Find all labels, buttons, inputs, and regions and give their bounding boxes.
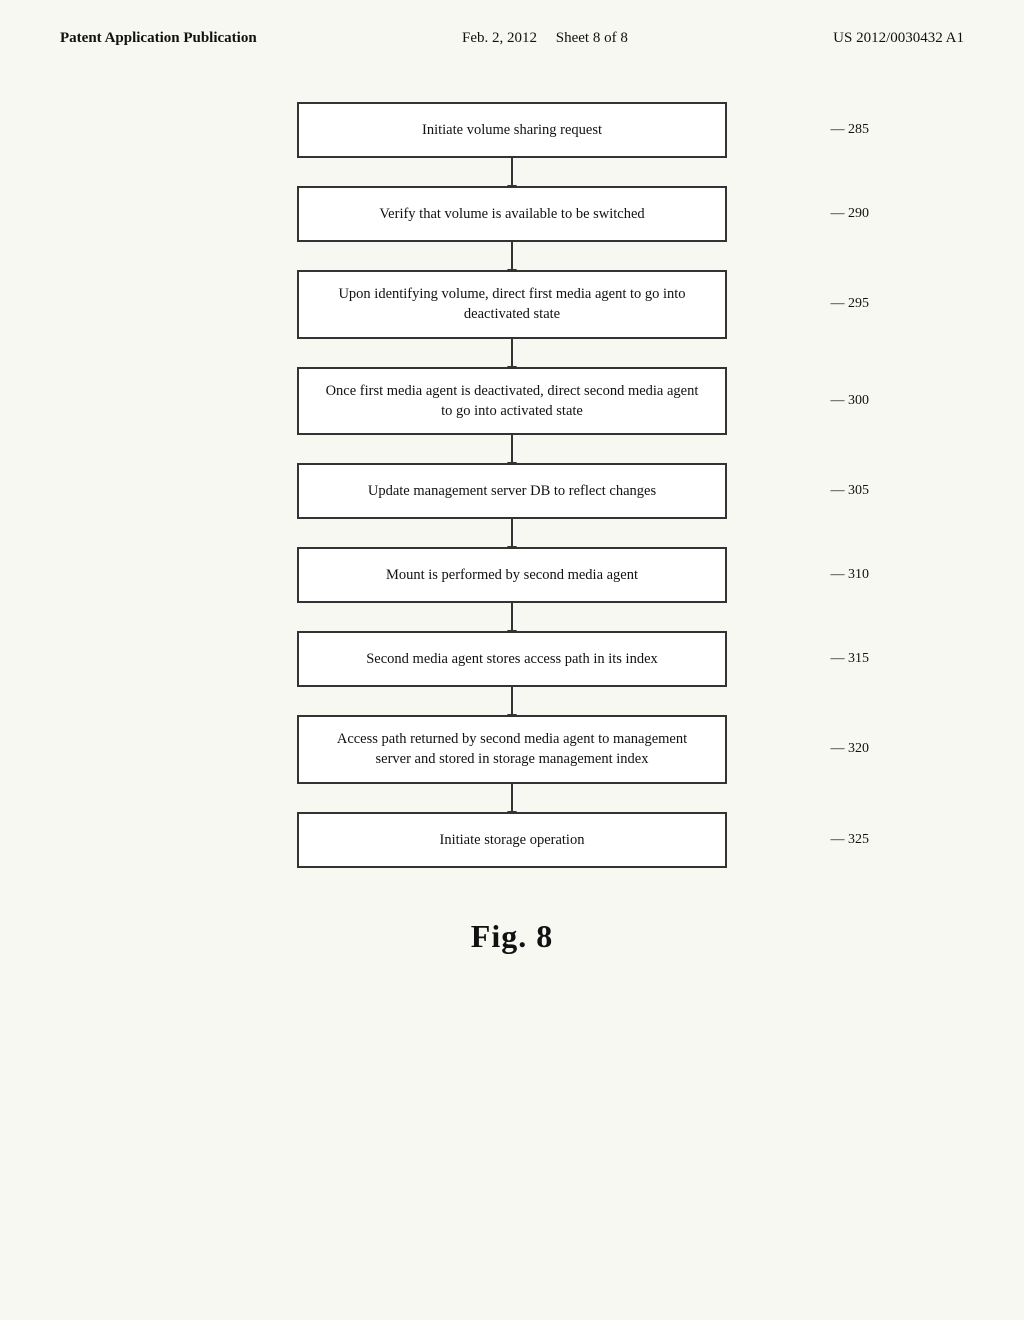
publication-title: Patent Application Publication bbox=[60, 30, 257, 47]
ref-number-305: — 305 bbox=[831, 483, 870, 499]
flow-box-310: Mount is performed by second media agent bbox=[297, 547, 727, 603]
flow-box-row-315: Second media agent stores access path in… bbox=[60, 631, 964, 687]
patent-number: US 2012/0030432 A1 bbox=[833, 30, 964, 47]
flow-box-row-310: Mount is performed by second media agent… bbox=[60, 547, 964, 603]
flow-box-315: Second media agent stores access path in… bbox=[297, 631, 727, 687]
flow-box-300: Once first media agent is deactivated, d… bbox=[297, 367, 727, 436]
publication-date: Feb. 2, 2012 Sheet 8 of 8 bbox=[462, 30, 628, 47]
page: Patent Application Publication Feb. 2, 2… bbox=[0, 0, 1024, 1320]
ref-number-315: — 315 bbox=[831, 651, 870, 667]
sheet-text: Sheet 8 of 8 bbox=[556, 30, 628, 46]
figure-text: Fig. 8 bbox=[471, 918, 553, 954]
connector-7 bbox=[511, 784, 513, 812]
ref-num-320: — 320 bbox=[831, 741, 870, 757]
figure-label: Fig. 8 bbox=[0, 918, 1024, 995]
flow-box-325: Initiate storage operation bbox=[297, 812, 727, 868]
ref-num-315: — 315 bbox=[831, 651, 870, 667]
ref-number-290: — 290 bbox=[831, 206, 870, 222]
flow-box-290: Verify that volume is available to be sw… bbox=[297, 186, 727, 242]
flow-box-305: Update management server DB to reflect c… bbox=[297, 463, 727, 519]
ref-number-295: — 295 bbox=[831, 296, 870, 312]
flow-box-285: Initiate volume sharing request bbox=[297, 102, 727, 158]
connector-0 bbox=[511, 158, 513, 186]
ref-num-295: — 295 bbox=[831, 296, 870, 312]
flow-box-row-300: Once first media agent is deactivated, d… bbox=[60, 367, 964, 436]
ref-num-310: — 310 bbox=[831, 567, 870, 583]
connector-4 bbox=[511, 519, 513, 547]
header: Patent Application Publication Feb. 2, 2… bbox=[0, 0, 1024, 67]
ref-number-325: — 325 bbox=[831, 832, 870, 848]
flow-box-320: Access path returned by second media age… bbox=[297, 715, 727, 784]
ref-num-290: — 290 bbox=[831, 206, 870, 222]
flow-box-row-295: Upon identifying volume, direct first me… bbox=[60, 270, 964, 339]
ref-num-285: — 285 bbox=[831, 122, 870, 138]
connector-6 bbox=[511, 687, 513, 715]
connector-3 bbox=[511, 435, 513, 463]
flow-box-row-290: Verify that volume is available to be sw… bbox=[60, 186, 964, 242]
ref-num-300: — 300 bbox=[831, 393, 870, 409]
connector-2 bbox=[511, 339, 513, 367]
connector-5 bbox=[511, 603, 513, 631]
flow-box-row-320: Access path returned by second media age… bbox=[60, 715, 964, 784]
ref-number-285: — 285 bbox=[831, 122, 870, 138]
connector-1 bbox=[511, 242, 513, 270]
flow-box-row-285: Initiate volume sharing request — 285 bbox=[60, 102, 964, 158]
ref-num-325: — 325 bbox=[831, 832, 870, 848]
flow-box-row-305: Update management server DB to reflect c… bbox=[60, 463, 964, 519]
flow-box-295: Upon identifying volume, direct first me… bbox=[297, 270, 727, 339]
flowchart: Initiate volume sharing request — 285 Veri… bbox=[0, 102, 1024, 868]
date-text: Feb. 2, 2012 bbox=[462, 30, 537, 46]
ref-num-305: — 305 bbox=[831, 483, 870, 499]
ref-number-300: — 300 bbox=[831, 393, 870, 409]
ref-number-310: — 310 bbox=[831, 567, 870, 583]
ref-number-320: — 320 bbox=[831, 741, 870, 757]
flow-box-row-325: Initiate storage operation — 325 bbox=[60, 812, 964, 868]
